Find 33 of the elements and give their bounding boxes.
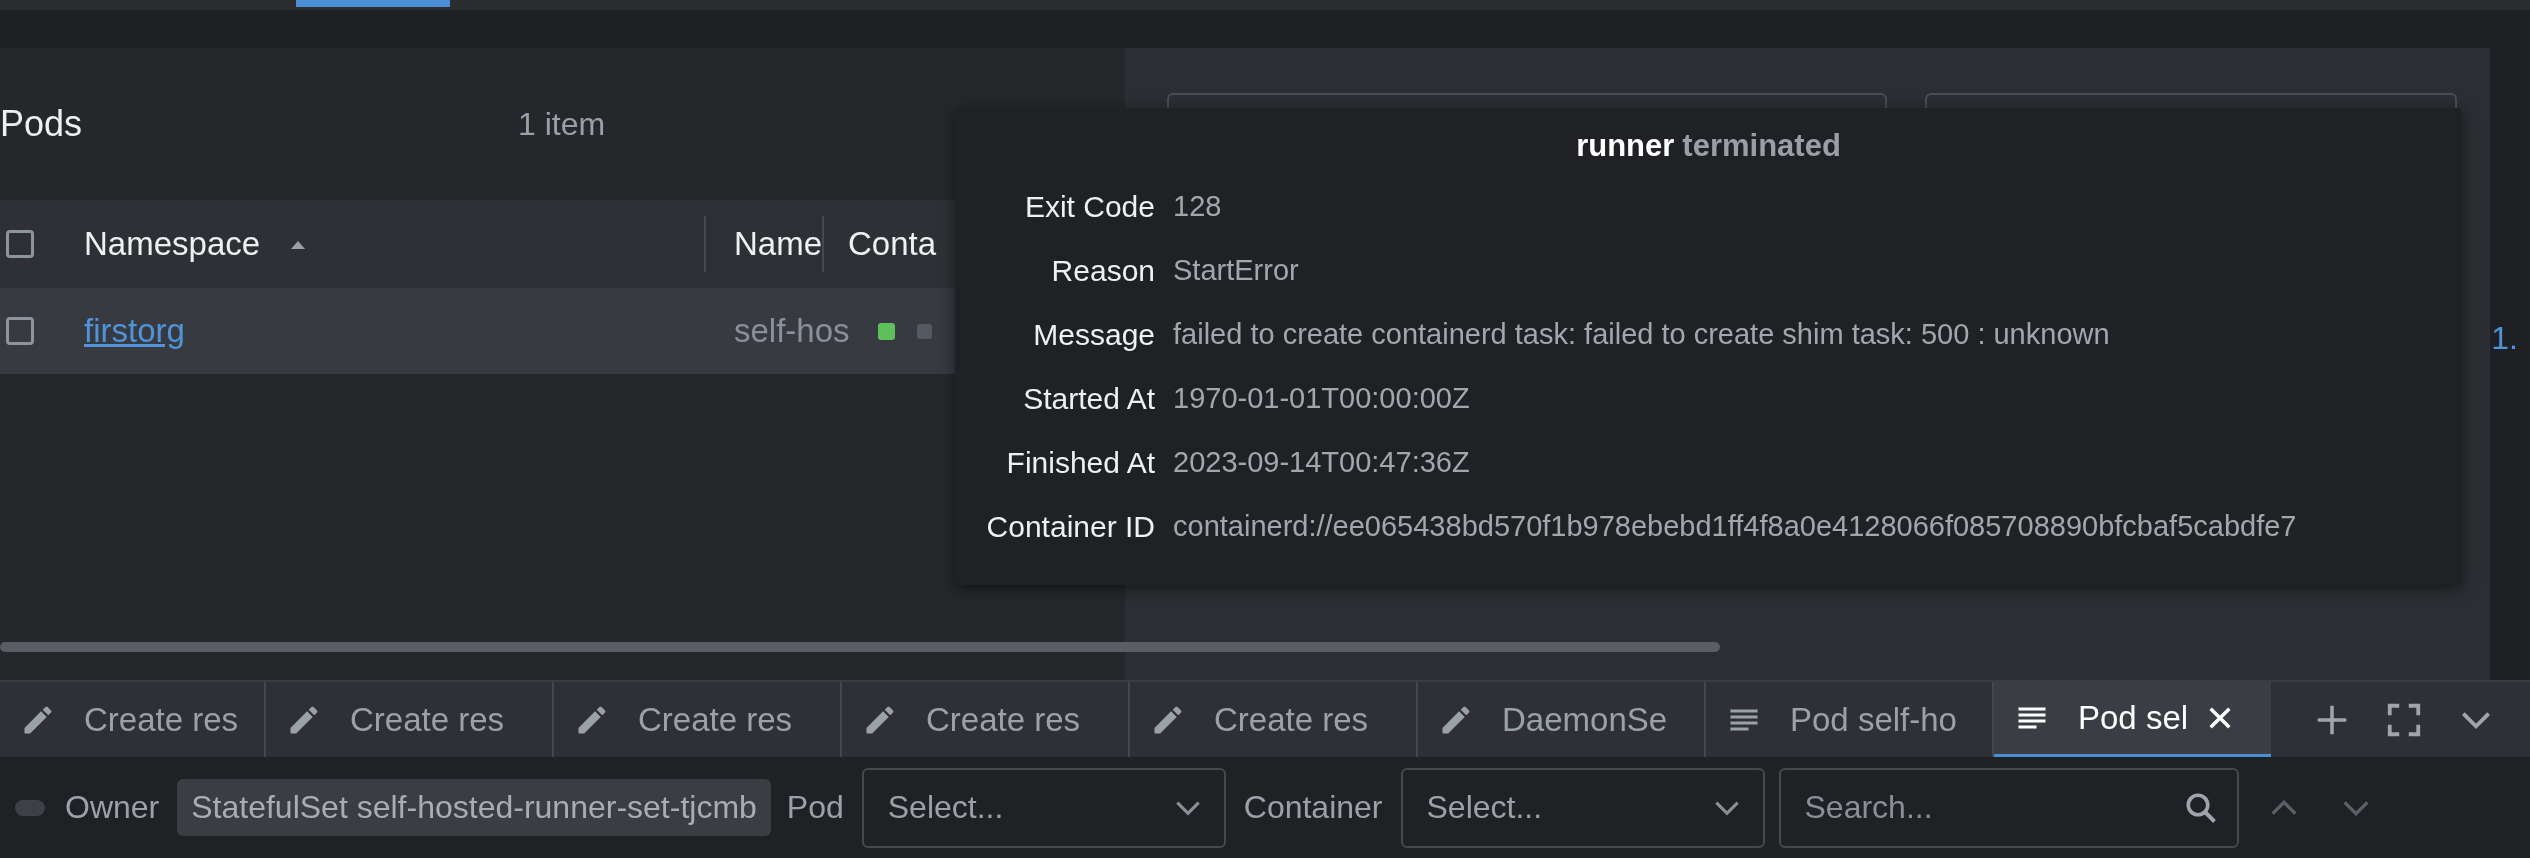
- checkbox[interactable]: [6, 317, 34, 345]
- owner-chip: StatefulSet self-hosted-runner-set-tjcmb: [177, 779, 771, 836]
- pod-select[interactable]: Select...: [861, 767, 1226, 848]
- container-state: terminated: [1682, 128, 1841, 163]
- column-header[interactable]: Conta: [848, 225, 937, 263]
- field-label: Finished At: [1005, 446, 1155, 480]
- item-count: 1 item: [518, 105, 606, 143]
- pod-label: Pod: [786, 789, 844, 826]
- field-label: Exit Code: [1023, 190, 1155, 224]
- container-name: runner: [1576, 128, 1675, 163]
- scrollbar-thumb[interactable]: [0, 642, 1720, 652]
- container-label: Container: [1243, 789, 1383, 826]
- field-label: Started At: [1022, 382, 1155, 416]
- search-field[interactable]: Search...: [1778, 767, 2239, 848]
- dock-tab[interactable]: Pod sel: [1994, 682, 2271, 757]
- link[interactable]: 1.: [2491, 320, 2518, 357]
- container-select[interactable]: Select...: [1400, 767, 1765, 848]
- panel-title: Pods: [0, 103, 84, 145]
- owner-label: Owner: [65, 789, 160, 826]
- toggle-switch[interactable]: [15, 799, 45, 816]
- column-header[interactable]: Name: [734, 225, 823, 263]
- namespace-link[interactable]: firstorg: [84, 312, 185, 350]
- field-label: Reason: [1050, 254, 1155, 288]
- field-value: 1970-01-01T00:00:00Z: [1173, 382, 1471, 416]
- field-label: Container ID: [985, 510, 1155, 544]
- field-value: 128: [1173, 190, 1223, 224]
- field-value: failed to create containerd task: failed to create shim task: 500 : unknown: [1173, 318, 2111, 352]
- field-value: containerd://ee065438bd570f1b978ebebd1ff4f8a0e4128066f085708890bfcbaf5cabdfe7: [1173, 510, 2298, 544]
- field-value: 2023-09-14T00:47:36Z: [1173, 446, 1471, 480]
- checkbox[interactable]: [6, 230, 34, 258]
- field-value: StartError: [1173, 254, 1300, 288]
- table-cell: self-hos: [734, 312, 850, 350]
- column-header[interactable]: Namespace: [84, 225, 309, 263]
